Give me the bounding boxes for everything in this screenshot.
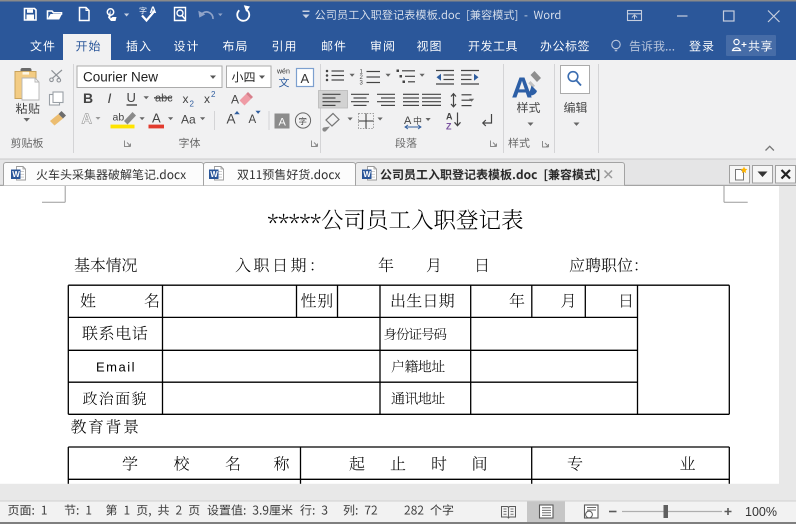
svg-text:100%: 100% [745,505,777,519]
svg-text:Courier New: Courier New [83,70,158,85]
svg-text:B: B [83,90,93,106]
svg-text:Z: Z [446,122,452,132]
svg-text:A: A [249,114,257,126]
svg-text:x: x [183,92,189,106]
svg-text:A: A [301,71,310,86]
svg-text:Aa: Aa [181,113,196,127]
svg-text:A: A [231,93,239,107]
svg-text:2: 2 [190,100,195,109]
svg-text:A: A [512,73,533,105]
svg-text:W: W [363,170,371,179]
svg-text:W: W [210,170,218,179]
svg-text:A: A [82,112,93,128]
svg-text:Email: Email [96,359,136,374]
svg-text:W: W [12,170,20,179]
svg-text:U: U [127,90,136,105]
svg-text:wén: wén [276,69,290,76]
svg-text:2: 2 [211,90,216,99]
svg-text:A: A [227,112,236,127]
svg-text:A: A [446,112,453,122]
svg-text:x: x [204,92,210,106]
svg-text:A: A [279,117,287,129]
svg-text:A: A [152,111,161,126]
svg-text:ab: ab [113,112,125,124]
svg-text:I: I [108,90,112,106]
